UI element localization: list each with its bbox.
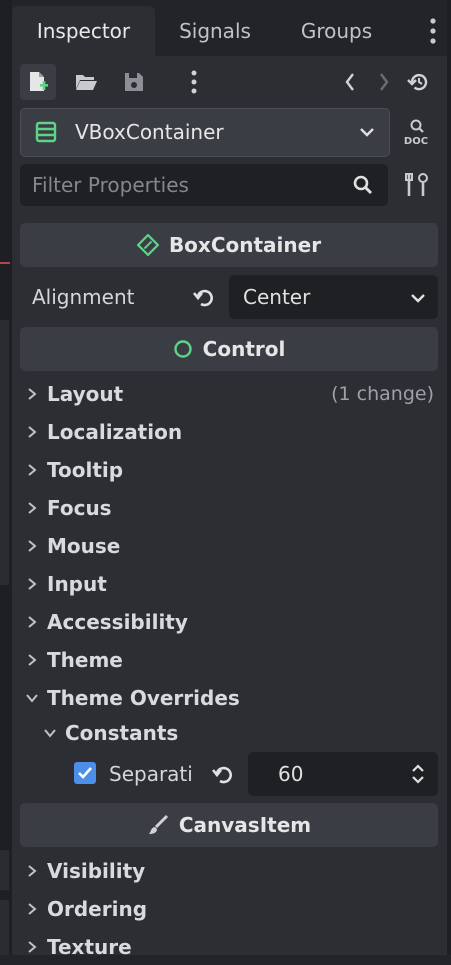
group-label: Localization: [47, 420, 183, 444]
chevron-right-icon: [28, 903, 37, 915]
group-change-count: (1 change): [331, 383, 434, 405]
dock-menu-icon[interactable]: [426, 16, 440, 46]
chevron-right-icon: [28, 941, 37, 953]
group-layout[interactable]: Layout (1 change): [20, 376, 440, 412]
separation-spinbox[interactable]: 60: [248, 752, 438, 796]
left-dock-segment: [0, 900, 9, 955]
alignment-property: Alignment Center: [20, 275, 440, 319]
chevron-right-icon: [28, 540, 37, 552]
dock-tab-bar: Inspector Signals Groups: [12, 0, 447, 56]
section-boxcontainer-label: BoxContainer: [168, 233, 322, 257]
section-control-label: Control: [202, 337, 286, 361]
separation-value: 60: [278, 762, 304, 786]
group-ordering[interactable]: Ordering: [20, 891, 440, 927]
check-icon: [78, 767, 92, 779]
box-container-icon: [136, 234, 159, 256]
chevron-right-icon: [28, 578, 37, 590]
group-texture[interactable]: Texture: [20, 929, 440, 965]
separation-label: Separati: [109, 762, 193, 786]
chevron-down-icon: [26, 694, 38, 703]
property-options-button[interactable]: [404, 170, 430, 200]
viewport-marker: [0, 262, 10, 264]
group-label: Texture: [47, 935, 132, 959]
spin-arrows-icon[interactable]: [410, 762, 426, 786]
chevron-right-icon: [28, 616, 37, 628]
search-icon: [353, 175, 373, 195]
group-label: Focus: [47, 496, 112, 520]
object-class-selector[interactable]: VBoxContainer: [20, 108, 390, 157]
chevron-right-icon: [28, 388, 37, 400]
filter-properties-field: [20, 164, 388, 206]
group-label: Ordering: [47, 897, 148, 921]
revert-icon[interactable]: [211, 764, 235, 790]
section-canvasitem-label: CanvasItem: [178, 813, 312, 837]
group-visibility[interactable]: Visibility: [20, 853, 440, 889]
section-control[interactable]: Control: [20, 327, 438, 371]
inspector-panel: Inspector Signals Groups VBoxContainer D…: [12, 0, 447, 959]
new-resource-icon[interactable]: [20, 64, 56, 100]
object-class-name: VBoxContainer: [75, 120, 224, 144]
group-label: Theme: [47, 648, 123, 672]
save-icon[interactable]: [116, 64, 152, 100]
right-edge: [447, 0, 451, 955]
section-canvasitem[interactable]: CanvasItem: [20, 803, 438, 847]
section-boxcontainer[interactable]: BoxContainer: [20, 223, 438, 267]
vbox-container-icon: [35, 121, 57, 143]
tab-inspector[interactable]: Inspector: [12, 6, 155, 56]
doc-help-button[interactable]: DOC: [400, 116, 432, 148]
open-folder-icon[interactable]: [68, 64, 104, 100]
tab-signals[interactable]: Signals: [155, 6, 275, 56]
control-circle-icon: [173, 339, 193, 359]
alignment-label: Alignment: [32, 285, 135, 309]
filter-properties-input[interactable]: [20, 164, 340, 206]
subgroup-label: Constants: [65, 721, 179, 745]
left-dock-edge: [0, 0, 12, 955]
group-tooltip[interactable]: Tooltip: [20, 452, 440, 488]
left-dock-segment: [0, 320, 9, 585]
group-input[interactable]: Input: [20, 566, 440, 602]
group-focus[interactable]: Focus: [20, 490, 440, 526]
history-forward-icon[interactable]: [366, 64, 402, 100]
group-theme[interactable]: Theme: [20, 642, 440, 678]
alignment-value: Center: [243, 285, 311, 309]
group-label: Accessibility: [47, 610, 188, 634]
brush-icon: [147, 814, 169, 836]
separation-override-checkbox[interactable]: [74, 762, 96, 784]
revert-icon[interactable]: [192, 287, 216, 313]
group-label: Visibility: [47, 859, 146, 883]
left-dock-segment: [0, 850, 9, 890]
chevron-right-icon: [28, 865, 37, 877]
chevron-down-icon: [360, 128, 374, 137]
chevron-right-icon: [28, 464, 37, 476]
group-label: Layout: [47, 382, 124, 406]
group-label: Tooltip: [47, 458, 124, 482]
doc-icon: DOC: [404, 119, 428, 147]
chevron-down-icon: [411, 294, 425, 303]
group-label: Input: [47, 572, 107, 596]
alignment-select[interactable]: Center: [229, 275, 438, 319]
more-vertical-icon[interactable]: [176, 64, 212, 100]
tab-groups[interactable]: Groups: [275, 6, 398, 56]
object-history-icon[interactable]: [400, 64, 436, 100]
tools-icon: [405, 173, 428, 196]
doc-label: DOC: [404, 136, 428, 147]
subgroup-constants[interactable]: Constants: [20, 715, 440, 751]
chevron-right-icon: [28, 654, 37, 666]
inspector-toolbar: [20, 64, 440, 102]
group-label: Mouse: [47, 534, 121, 558]
chevron-right-icon: [28, 502, 37, 514]
group-mouse[interactable]: Mouse: [20, 528, 440, 564]
group-accessibility[interactable]: Accessibility: [20, 604, 440, 640]
group-label: Theme Overrides: [47, 686, 240, 710]
group-theme-overrides[interactable]: Theme Overrides: [20, 680, 440, 716]
group-localization[interactable]: Localization: [20, 414, 440, 450]
chevron-down-icon: [44, 729, 56, 738]
history-back-icon[interactable]: [332, 64, 368, 100]
chevron-right-icon: [28, 426, 37, 438]
